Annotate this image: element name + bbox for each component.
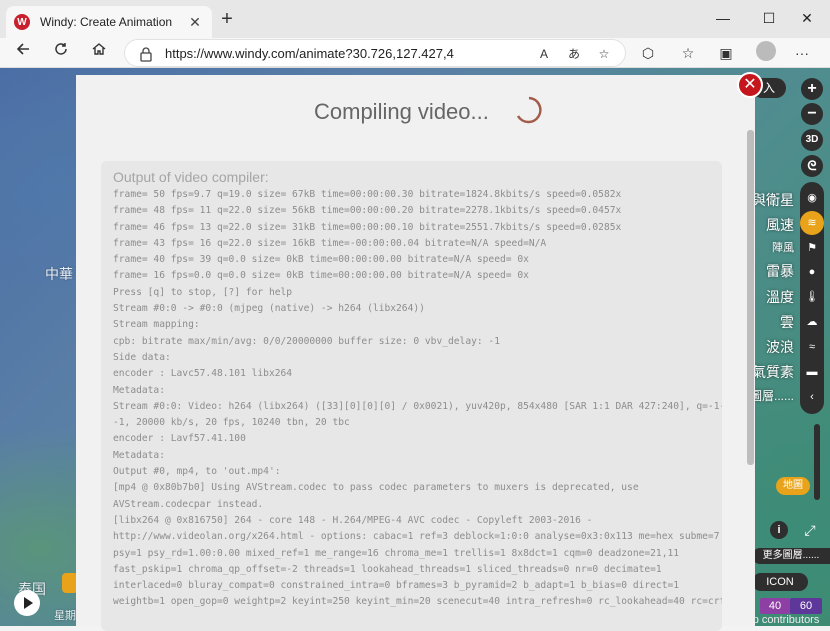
log-line: frame= 40 fps= 39 q=0.0 size= 0kB time=0… [113, 254, 529, 266]
menu-waves[interactable]: 波浪 [766, 337, 794, 357]
rail-scrollbar[interactable] [814, 424, 820, 500]
log-line: [libx264 @ 0x816750] 264 - core 148 - H.… [113, 514, 593, 526]
dialog-title: Compiling video... [314, 99, 489, 124]
translate-icon[interactable]: あ [563, 44, 585, 64]
log-line: Metadata: [113, 384, 165, 396]
log-line: encoder : Lavf57.41.100 [113, 433, 246, 445]
basemap-button[interactable]: 地圖 [776, 477, 810, 495]
new-tab-button[interactable]: + [216, 9, 238, 31]
log-line: Side data: [113, 351, 171, 363]
collections-icon[interactable]: ▣ [714, 41, 738, 65]
play-button[interactable] [14, 590, 40, 616]
title-bar: W Windy: Create Animation ✕ + — ☐ ✕ [0, 0, 830, 38]
log-line: Metadata: [113, 449, 165, 461]
fullscreen-icon[interactable]: ⤢ [800, 521, 820, 539]
menu-temperature[interactable]: 溫度 [766, 287, 794, 307]
car-icon[interactable]: ▬ [800, 360, 824, 384]
favorite-star-icon[interactable]: ☆ [593, 44, 615, 64]
log-line: frame= 50 fps=9.7 q=19.0 size= 67kB time… [113, 189, 622, 200]
dialog-close-button[interactable]: ✕ [737, 72, 763, 98]
waves-icon[interactable]: ≈ [800, 335, 824, 359]
log-line: interlaced=0 bluray_compat=0 constrained… [113, 580, 680, 592]
chevron-left-icon[interactable]: ‹ [800, 385, 824, 409]
log-line: encoder : Lavc57.48.101 libx264 [113, 368, 293, 380]
favorites-icon[interactable]: ☆ [676, 41, 700, 65]
refresh-icon[interactable] [48, 40, 74, 66]
tab-close-icon[interactable]: ✕ [186, 14, 204, 31]
log-line: Stream #0:0 -> #0:0 (mjpeg (native) -> h… [113, 303, 425, 315]
zoom-in-button[interactable]: + [801, 78, 823, 100]
menu-gust[interactable]: 陣風 [772, 239, 794, 255]
log-line: fast_pskip=1 chroma_qp_offset=-2 threads… [113, 563, 662, 575]
lock-icon[interactable] [139, 46, 153, 62]
windy-favicon-icon: W [14, 14, 30, 30]
temperature-icon[interactable]: 🌡︎ [800, 285, 824, 309]
menu-air-quality[interactable]: 氣質素 [752, 362, 794, 382]
loading-spinner-icon [516, 96, 542, 124]
log-line: [mp4 @ 0x80b7b0] Using AVStream.codec to… [113, 482, 639, 494]
scale-value-40: 40 [760, 598, 790, 614]
browser-toolbar: https://www.windy.com/animate?30.726,127… [0, 38, 830, 68]
back-arrow-icon[interactable] [10, 40, 36, 66]
log-line: frame= 48 fps= 11 q=22.0 size= 56kB time… [113, 205, 622, 217]
hurricane-icon[interactable]: ᘓ [801, 155, 823, 177]
log-line: weightb=1 open_gop=0 weightp=2 keyint=25… [113, 596, 722, 608]
menu-satellite[interactable]: 與衛星 [752, 190, 794, 210]
minimize-button[interactable]: — [700, 6, 746, 30]
log-line: AVStream.codecpar instead. [113, 498, 264, 510]
log-line: Stream #0:0: Video: h264 (libx264) ([33]… [113, 400, 722, 412]
map-label-star: 星期 [54, 610, 76, 622]
zoom-out-button[interactable]: − [801, 103, 823, 125]
scale-value-60: 60 [790, 598, 822, 614]
log-line: http://www.videolan.org/x264.html - opti… [113, 531, 720, 543]
window-close-button[interactable]: ✕ [784, 6, 830, 30]
address-bar[interactable]: https://www.windy.com/animate?30.726,127… [124, 39, 626, 67]
log-lines: frame= 50 fps=9.7 q=19.0 size= 67kB time… [113, 187, 722, 611]
log-line: frame= 46 fps= 13 q=22.0 size= 31kB time… [113, 221, 622, 233]
menu-clouds[interactable]: 雲 [780, 312, 794, 332]
browser-tab[interactable]: W Windy: Create Animation ✕ [6, 6, 212, 38]
menu-thunder[interactable]: 雷暴 [766, 261, 794, 281]
log-line: psy=1 psy_rd=1.00:0.00 mixed_ref=1 me_ra… [113, 547, 680, 559]
compile-dialog: Compiling video... Output of video compi… [76, 75, 755, 631]
log-line: cpb: bitrate max/min/avg: 0/0/20000000 b… [113, 335, 500, 347]
model-icon-button[interactable]: ICON [752, 573, 808, 591]
output-title: Output of video compiler: [113, 169, 269, 185]
dialog-scrollbar[interactable] [747, 130, 754, 465]
log-line: Output #0, mp4, to 'out.mp4': [113, 466, 281, 478]
profile-avatar[interactable] [756, 41, 776, 61]
log-line: frame= 16 fps=0.0 q=0.0 size= 0kB time=0… [113, 270, 529, 282]
info-icon[interactable]: i [770, 521, 788, 539]
menu-wind[interactable]: 風速 [766, 215, 794, 235]
url-text[interactable]: https://www.windy.com/animate?30.726,127… [165, 46, 454, 61]
wind-icon[interactable]: ≋ [800, 211, 824, 235]
map-label-china: 中華 [45, 266, 73, 282]
layer-rail: ◉ ≋ ⚑ ● 🌡︎ ☁︎ ≈ ▬ ‹ [800, 182, 824, 414]
log-line: Press [q] to stop, [?] for help [113, 286, 293, 298]
gust-flag-icon[interactable]: ⚑ [800, 236, 824, 260]
log-line: Stream mapping: [113, 319, 200, 331]
3d-button[interactable]: 3D [801, 129, 823, 151]
read-aloud-icon[interactable]: A [533, 44, 555, 64]
extensions-icon[interactable]: ⬡ [636, 41, 660, 65]
log-line: -1, 20000 kb/s, 20 fps, 10240 tbn, 20 tb… [113, 417, 350, 429]
log-line: frame= 43 fps= 16 q=22.0 size= 16kB time… [113, 237, 547, 249]
more-menu-icon[interactable]: ··· [790, 41, 814, 65]
cloud-icon[interactable]: ☁︎ [800, 310, 824, 334]
satellite-icon[interactable]: ◉ [800, 186, 824, 210]
compiler-output[interactable]: Output of video compiler: frame= 50 fps=… [101, 161, 722, 631]
more-layers-button[interactable]: 更多圖層...... [752, 548, 830, 564]
home-icon[interactable] [86, 40, 112, 66]
menu-layers[interactable]: 圖層...... [750, 387, 794, 404]
tab-title: Windy: Create Animation [40, 15, 173, 29]
rain-drop-icon[interactable]: ● [800, 260, 824, 284]
